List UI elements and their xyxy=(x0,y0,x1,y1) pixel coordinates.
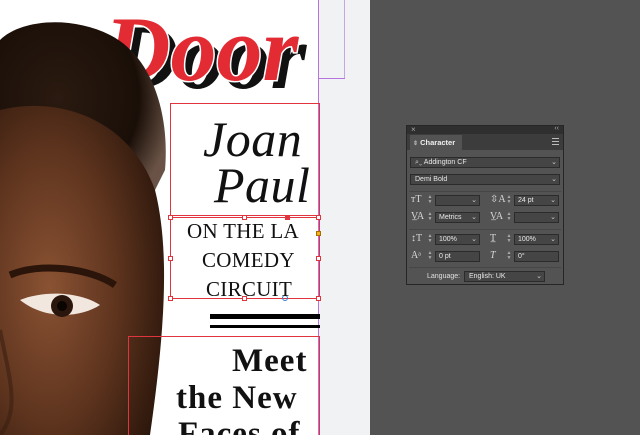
leading-stepper[interactable]: ▲ ▼ xyxy=(506,195,512,206)
close-icon[interactable]: × xyxy=(411,125,416,134)
horizontal-scale-field[interactable]: 100% ⌄ xyxy=(514,234,559,245)
chevron-down-icon: ⌄ xyxy=(536,273,542,280)
subhead-line-3: CIRCUIT xyxy=(206,277,293,301)
frame-in-port[interactable] xyxy=(316,231,321,236)
baseline-shift-icon: Aᵃ xyxy=(411,250,421,261)
skew-icon: T xyxy=(490,250,496,261)
font-family-value: Addington CF xyxy=(423,159,467,166)
chevron-down-icon: ⌄ xyxy=(471,214,477,221)
bleed-guide xyxy=(344,0,345,78)
subhead-line-2: COMEDY xyxy=(202,248,295,272)
kerning-icon: V̲A xyxy=(411,211,425,222)
kerning-value: Metrics xyxy=(439,214,462,221)
font-size-field[interactable]: ⌄ xyxy=(435,195,480,206)
leading-field[interactable]: 24 pt ⌄ xyxy=(514,195,559,206)
chevron-down-icon: ⌄ xyxy=(550,214,556,221)
chevron-down-icon: ⌄ xyxy=(471,197,477,204)
baseline-shift-value: 0 pt xyxy=(439,253,451,260)
frame-handle-br[interactable] xyxy=(316,296,321,301)
feature-line-3: Faces of xyxy=(178,416,301,435)
horizontal-scale-stepper[interactable]: ▲ ▼ xyxy=(506,234,512,245)
baseline-shift-field[interactable]: 0 pt xyxy=(435,251,480,262)
tracking-stepper[interactable]: ▲ ▼ xyxy=(506,212,512,223)
document-canvas[interactable]: Door Door Joan Paul ON THE LA COMEDY CIR… xyxy=(0,0,370,435)
font-size-icon: ᴛT xyxy=(411,194,422,205)
font-style-dropdown[interactable]: Demi Bold ⌄ xyxy=(410,174,560,185)
leading-value: 24 pt xyxy=(518,197,534,204)
language-dropdown[interactable]: English: UK ⌄ xyxy=(464,271,545,282)
headline-line-2: Paul xyxy=(214,157,311,213)
chevron-down-icon: ⌄ xyxy=(551,159,557,166)
search-icon: ⌕⌄ xyxy=(415,159,423,166)
double-chevron-icon[interactable]: ‹‹ xyxy=(554,125,559,132)
chevron-down-icon: ⌄ xyxy=(550,197,556,204)
vertical-scale-icon: ↕T xyxy=(411,233,423,244)
divider xyxy=(409,229,561,230)
font-size-stepper[interactable]: ▲ ▼ xyxy=(427,195,433,206)
chevron-down-icon: ⌄ xyxy=(550,236,556,243)
frame-handle-bl[interactable] xyxy=(168,296,173,301)
subhead-line-1: ON THE LA xyxy=(187,219,299,243)
vertical-scale-value: 100% xyxy=(439,236,457,243)
divider xyxy=(409,191,561,192)
tab-character[interactable]: ⇕ Character xyxy=(410,135,463,150)
horizontal-scale-icon: T̲ xyxy=(490,233,497,244)
baseline-shift-stepper[interactable]: ▲ ▼ xyxy=(427,251,433,262)
panel-body: ⌕⌄ Addington CF ⌄ Demi Bold ⌄ ᴛT ▲ ▼ ⌄ ⇳A… xyxy=(407,150,563,284)
sort-arrows-icon: ⇕ xyxy=(413,141,419,147)
vertical-scale-field[interactable]: 100% ⌄ xyxy=(435,234,480,245)
kerning-stepper[interactable]: ▲ ▼ xyxy=(427,212,433,223)
panel-title-bar[interactable] xyxy=(407,126,563,134)
panel-menu-icon[interactable] xyxy=(552,138,559,145)
font-style-value: Demi Bold xyxy=(415,176,448,183)
tracking-icon: V̲A xyxy=(490,211,504,222)
frame-handle-tl[interactable] xyxy=(168,215,173,220)
tab-character-label: Character xyxy=(420,138,456,147)
divider xyxy=(409,267,561,268)
leading-icon: ⇳A xyxy=(490,194,506,205)
kerning-field[interactable]: Metrics ⌄ xyxy=(435,212,480,223)
divider-rule-thin xyxy=(210,325,320,328)
feature-line-2: the New xyxy=(176,380,298,416)
feature-line-1: Meet xyxy=(232,343,308,379)
horizontal-scale-value: 100% xyxy=(518,236,536,243)
frame-handle-tr[interactable] xyxy=(316,215,321,220)
language-value: English: UK xyxy=(469,273,506,280)
font-family-dropdown[interactable]: ⌕⌄ Addington CF ⌄ xyxy=(410,157,560,168)
skew-stepper[interactable]: ▲ ▼ xyxy=(506,251,512,262)
chevron-down-icon: ⌄ xyxy=(551,176,557,183)
divider-rule-thick xyxy=(210,314,320,319)
frame-handle-ml[interactable] xyxy=(168,256,173,261)
language-label: Language: xyxy=(427,273,461,280)
skew-field[interactable]: 0° xyxy=(514,251,559,262)
skew-value: 0° xyxy=(518,253,525,260)
character-panel[interactable]: × ‹‹ ⇕ Character ⌕⌄ Addington CF ⌄ Demi … xyxy=(406,125,564,285)
frame-handle-mr[interactable] xyxy=(316,256,321,261)
tracking-field[interactable]: ⌄ xyxy=(514,212,559,223)
bleed-guide-horizontal xyxy=(318,78,345,79)
chevron-down-icon: ⌄ xyxy=(471,236,477,243)
vertical-scale-stepper[interactable]: ▲ ▼ xyxy=(427,234,433,245)
